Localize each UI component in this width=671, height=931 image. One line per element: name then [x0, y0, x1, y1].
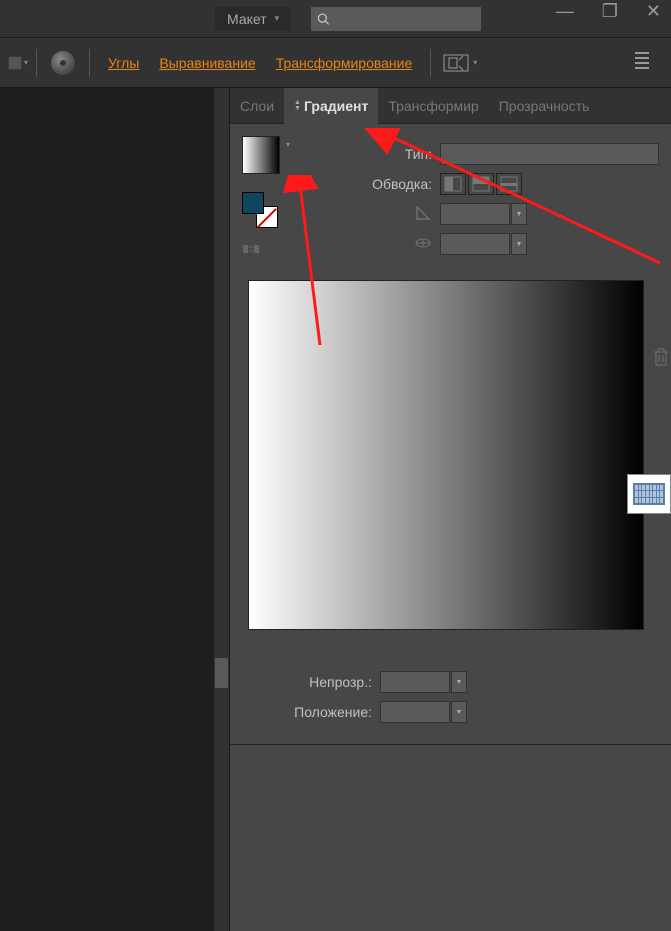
corners-link[interactable]: Углы [108, 55, 139, 71]
disc-icon[interactable] [51, 51, 75, 75]
scrollbar-track[interactable] [214, 88, 229, 931]
gradient-swatch[interactable] [242, 136, 280, 174]
minimize-button[interactable]: — [556, 1, 574, 22]
fill-stroke-swatches[interactable] [242, 192, 278, 228]
angle-dropdown[interactable]: ▼ [511, 203, 527, 225]
stroke-along-button[interactable] [468, 173, 494, 195]
angle-input[interactable] [440, 203, 510, 225]
search-input[interactable] [334, 11, 475, 26]
angle-icon [414, 204, 432, 222]
align-link[interactable]: Выравнивание [159, 55, 255, 71]
divider [89, 49, 90, 77]
swatch-column: ▾ [242, 136, 290, 262]
gradient-panel: Слои ▲▼ Градиент Трансформир Прозрачност… [230, 88, 671, 931]
chevron-down-icon[interactable]: ▾ [286, 140, 290, 149]
canvas-pasteboard [0, 88, 214, 931]
fitting-icon[interactable] [443, 54, 469, 72]
aspect-input[interactable] [440, 233, 510, 255]
tab-gradient[interactable]: ▲▼ Градиент [284, 88, 378, 124]
stop-position-input[interactable] [380, 701, 450, 723]
fill-swatch[interactable] [242, 192, 264, 214]
control-bar: ▾ Углы Выравнивание Трансформирование ▾ [0, 38, 671, 88]
close-button[interactable]: ✕ [646, 1, 661, 22]
aspect-icon [414, 234, 432, 252]
document-area[interactable] [0, 88, 230, 931]
maximize-button[interactable]: ❐ [602, 1, 618, 22]
workspace-label: Макет [227, 11, 267, 27]
divider [430, 49, 431, 77]
stroke-within-button[interactable] [440, 173, 466, 195]
tab-transform[interactable]: Трансформир [378, 88, 488, 124]
trash-icon[interactable] [653, 348, 669, 366]
transform-link[interactable]: Трансформирование [276, 55, 413, 71]
sort-toggle-icon[interactable]: ▲▼ [294, 100, 301, 112]
tab-transparency[interactable]: Прозрачность [489, 88, 600, 124]
stop-position-dropdown[interactable]: ▼ [451, 701, 467, 723]
reverse-gradient-icon[interactable] [242, 242, 260, 256]
chevron-down-icon[interactable]: ▾ [24, 58, 28, 67]
search-field[interactable] [311, 7, 481, 31]
chevron-down-icon: ▾ [275, 13, 280, 24]
tab-layers[interactable]: Слои [230, 88, 284, 124]
search-icon [317, 12, 330, 26]
stop-opacity-dropdown[interactable]: ▼ [451, 671, 467, 693]
panel-menu-icon[interactable] [635, 52, 649, 69]
opacity-label: Непрозр.: [242, 674, 372, 690]
stroke-across-button[interactable] [496, 173, 522, 195]
aspect-dropdown[interactable]: ▼ [511, 233, 527, 255]
stop-opacity-input[interactable] [380, 671, 450, 693]
gradient-type-dropdown[interactable] [440, 143, 659, 165]
type-label: Тип: [302, 146, 432, 162]
position-label: Положение: [242, 704, 372, 720]
divider [36, 49, 37, 77]
title-bar: Макет ▾ — ❐ ✕ [0, 0, 671, 38]
scrollbar-thumb[interactable] [215, 658, 228, 688]
chevron-down-icon[interactable]: ▾ [473, 58, 477, 67]
fill-thumb-icon[interactable] [8, 56, 22, 70]
gradient-ramp-preview[interactable] [248, 280, 644, 630]
stroke-label: Обводка: [302, 176, 432, 192]
panel-tab-bar: Слои ▲▼ Градиент Трансформир Прозрачност… [230, 88, 671, 124]
workspace-switcher[interactable]: Макет ▾ [215, 7, 291, 31]
keyboard-icon[interactable] [627, 474, 671, 514]
